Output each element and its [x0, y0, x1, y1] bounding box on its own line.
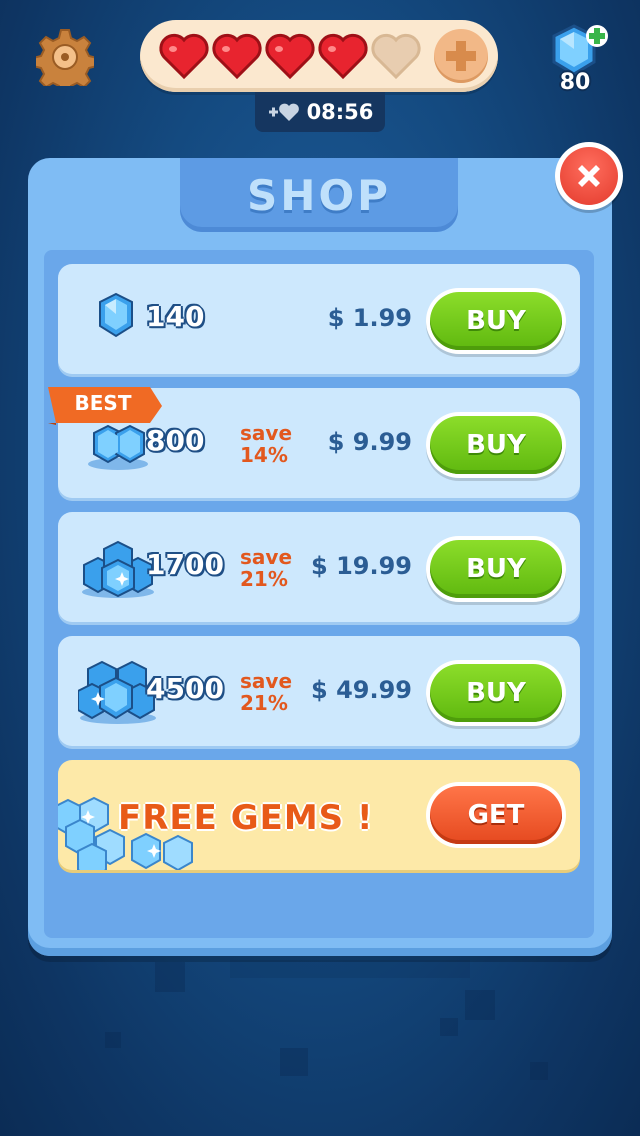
gem-balance-value: 80	[559, 70, 591, 95]
close-icon	[578, 165, 600, 187]
discount-label: save 21%	[240, 670, 292, 714]
close-button[interactable]	[555, 142, 623, 210]
gem-amount: 1700	[146, 548, 224, 581]
background-decoration	[530, 1062, 548, 1080]
save-label: save	[240, 545, 293, 569]
heart-plus-icon	[268, 103, 299, 121]
save-value: 21%	[240, 567, 288, 591]
lives-refill-timer: 08:56	[255, 92, 385, 132]
background-decoration	[230, 960, 470, 978]
item-price: $ 49.99	[311, 676, 412, 704]
best-label: BEST	[74, 391, 132, 415]
shop-item-row: 1700 save 21% $ 19.99 BUY	[58, 512, 580, 622]
page-title: SHOP	[247, 170, 391, 220]
item-price: $ 19.99	[311, 552, 412, 580]
discount-label: save 21%	[240, 546, 292, 590]
shop-title-tab: SHOP	[180, 158, 458, 232]
gem-amount: 800	[146, 424, 205, 457]
discount-label: save 14%	[240, 422, 292, 466]
save-label: save	[240, 669, 293, 693]
background-decoration	[440, 1018, 458, 1036]
background-decoration	[465, 990, 495, 1020]
item-price: $ 9.99	[327, 428, 412, 456]
background-decoration	[105, 1032, 121, 1048]
heart-full-icon	[158, 30, 210, 82]
buy-button[interactable]: BUY	[426, 288, 566, 354]
heart-full-icon	[211, 30, 263, 82]
buy-button[interactable]: BUY	[426, 660, 566, 726]
get-free-gems-button[interactable]: GET	[426, 782, 566, 848]
free-gems-row: FREE GEMS ! GET	[58, 760, 580, 870]
save-label: save	[240, 421, 293, 445]
add-lives-button[interactable]	[434, 29, 488, 83]
timer-text: 08:56	[306, 100, 374, 124]
save-value: 14%	[240, 443, 288, 467]
background-decoration	[155, 962, 185, 992]
heart-empty-icon	[370, 30, 422, 82]
item-price: $ 1.99	[327, 304, 412, 332]
settings-gear-icon[interactable]	[32, 28, 98, 95]
buy-button[interactable]: BUY	[426, 536, 566, 602]
shop-item-row: 140 $ 1.99 BUY	[58, 264, 580, 374]
gem-amount: 4500	[146, 672, 224, 705]
plus-icon	[446, 41, 476, 71]
shop-item-row: 4500 save 21% $ 49.99 BUY	[58, 636, 580, 746]
gem-amount: 140	[146, 300, 205, 333]
save-value: 21%	[240, 691, 288, 715]
background-decoration	[280, 1048, 308, 1076]
heart-full-icon	[264, 30, 316, 82]
heart-full-icon	[317, 30, 369, 82]
buy-button[interactable]: BUY	[426, 412, 566, 478]
free-gems-title: FREE GEMS !	[118, 798, 374, 838]
